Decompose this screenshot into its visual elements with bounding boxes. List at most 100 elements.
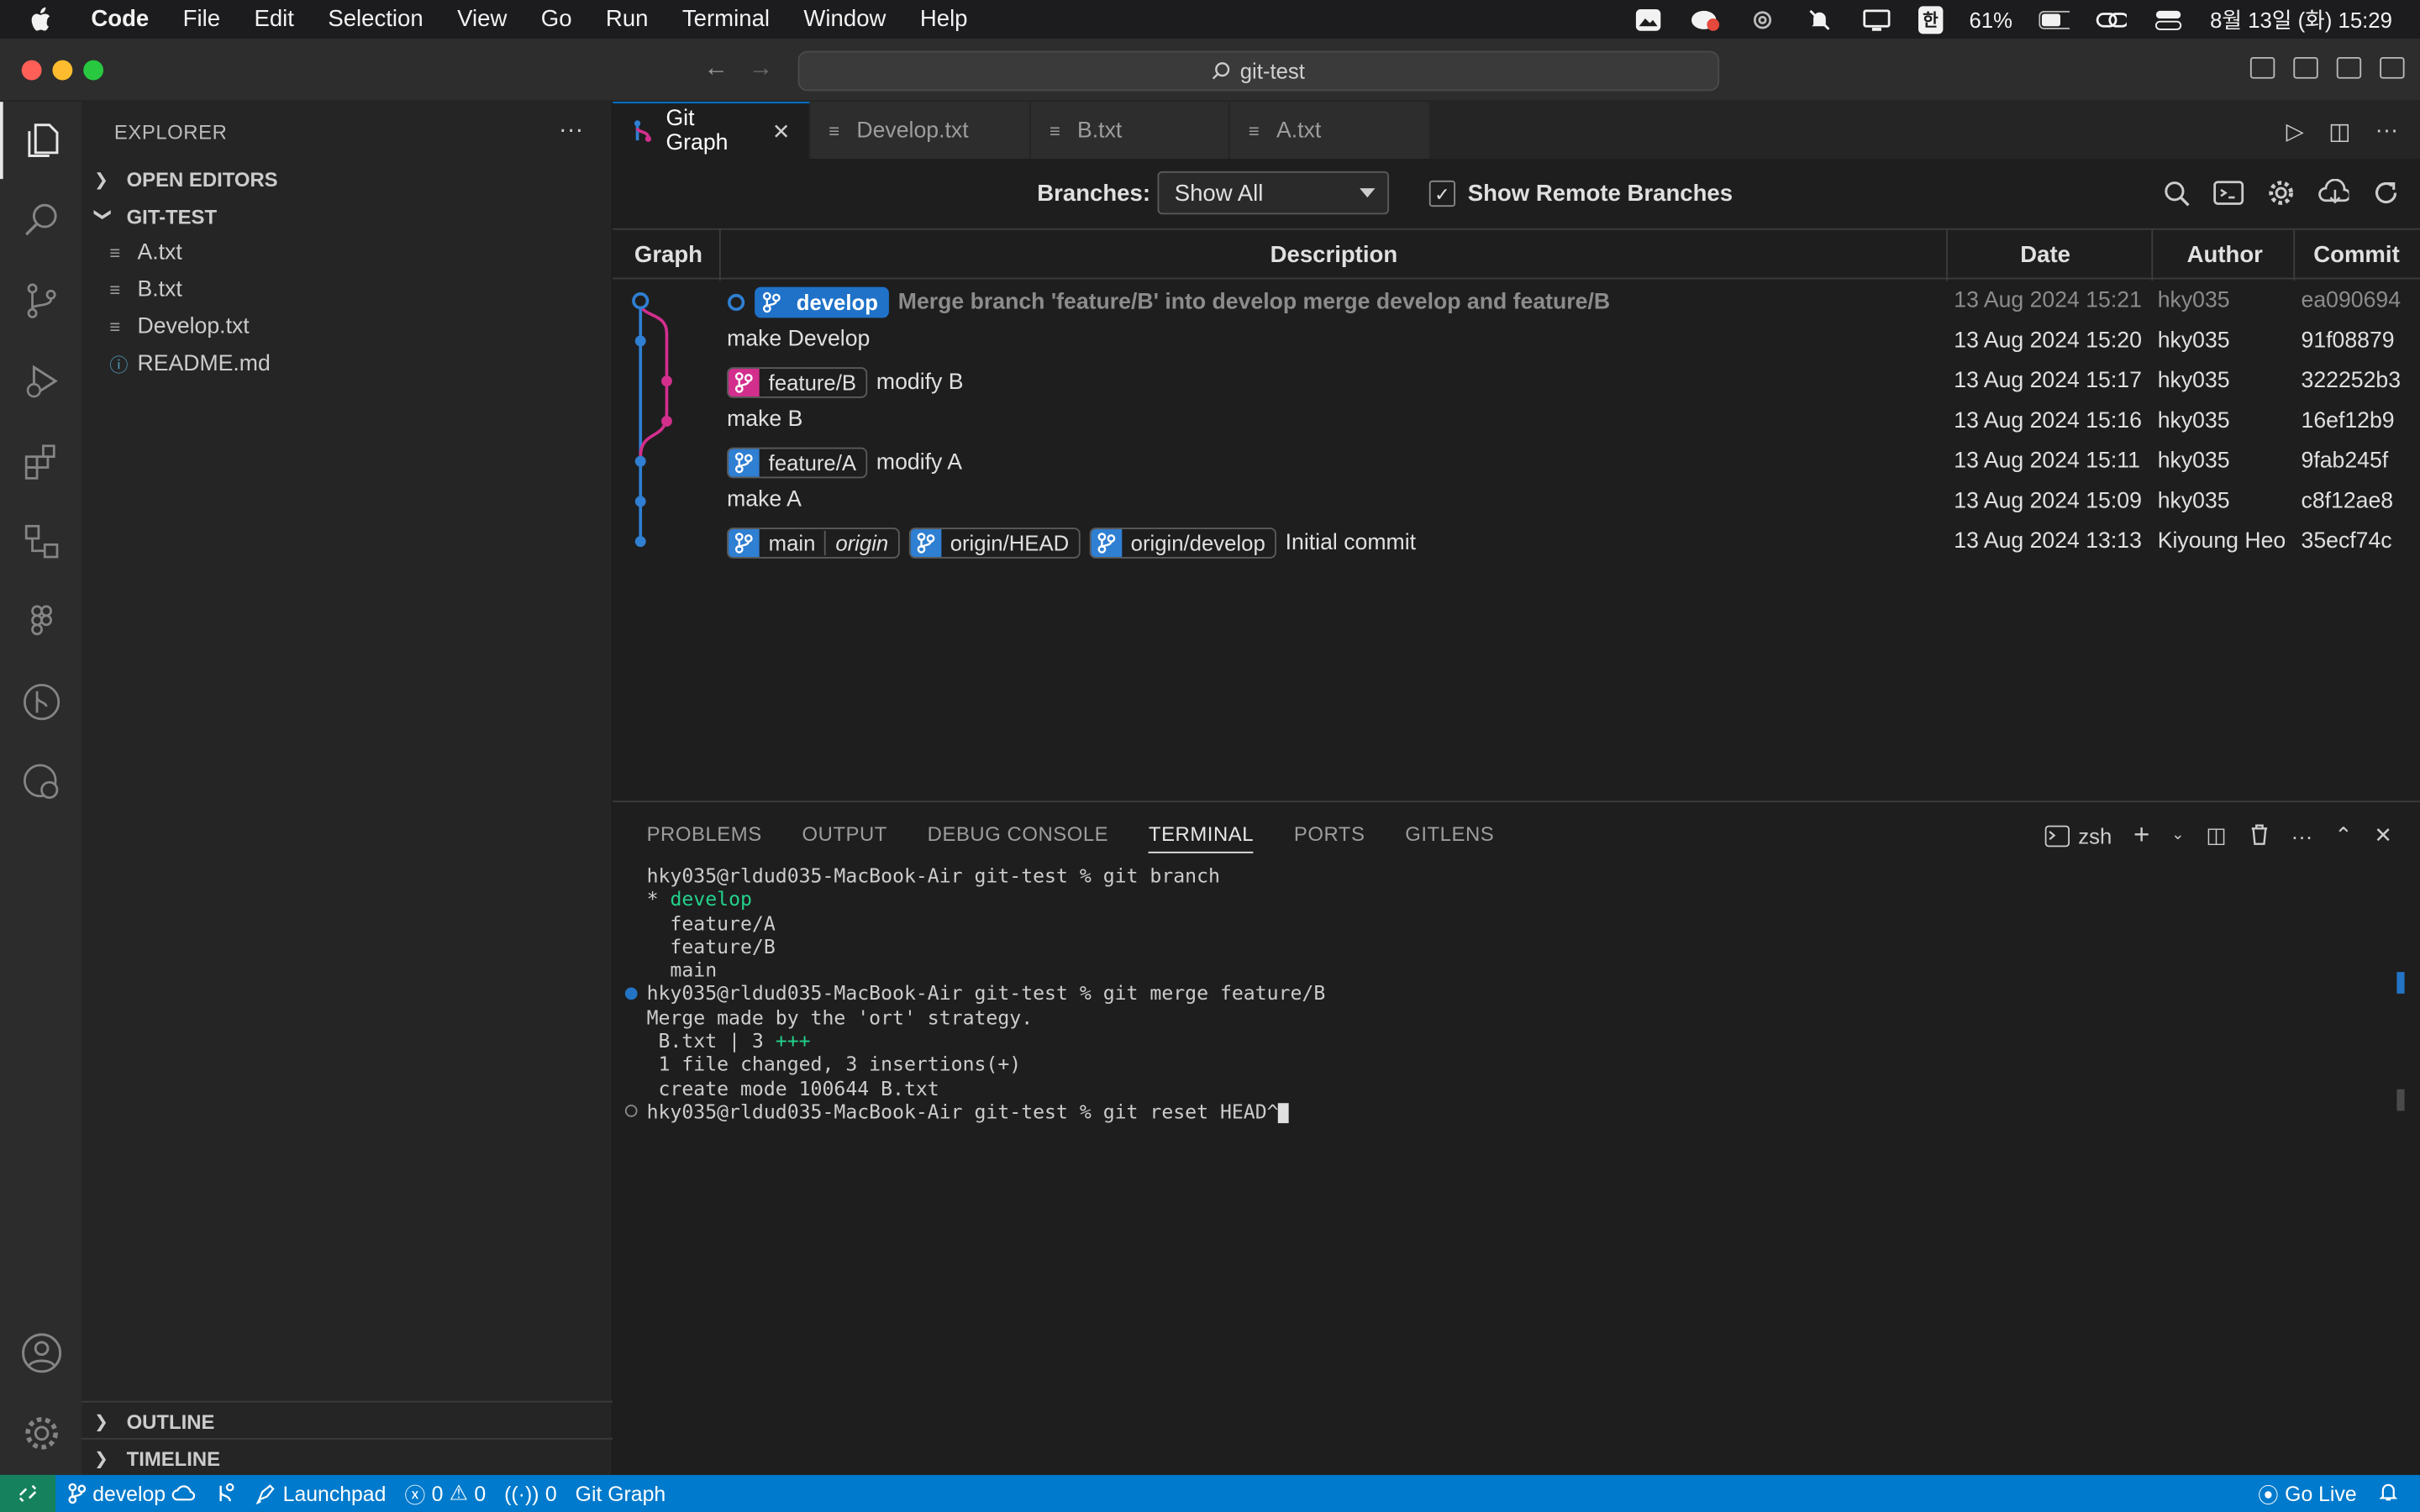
ref-feature-a[interactable]: feature/A xyxy=(727,447,867,479)
tab-problems[interactable]: PROBLEMS xyxy=(647,822,762,853)
menu-selection[interactable]: Selection xyxy=(328,6,423,32)
graph-status-icon[interactable] xyxy=(215,1483,237,1504)
extensions-icon[interactable] xyxy=(0,423,82,500)
tab-debug-console[interactable]: DEBUG CONSOLE xyxy=(928,822,1108,853)
command-center-search[interactable]: git-test xyxy=(797,50,1720,92)
manage-gear-icon[interactable] xyxy=(0,1394,82,1472)
menu-terminal[interactable]: Terminal xyxy=(682,6,770,32)
source-control-icon[interactable] xyxy=(0,262,82,339)
ref-origin-develop[interactable]: origin/develop xyxy=(1089,528,1276,559)
more-actions-icon[interactable]: ··· xyxy=(2375,118,2399,145)
tab-develop-txt[interactable]: ≡ Develop.txt xyxy=(810,102,1031,160)
show-remote-checkbox[interactable]: ✓ xyxy=(1428,180,1456,207)
branches-dropdown[interactable]: Show All xyxy=(1157,171,1390,215)
new-terminal-icon[interactable]: + xyxy=(2133,819,2149,852)
folder-section[interactable]: ❯ GIT-TEST xyxy=(82,197,611,234)
run-icon[interactable]: ▷ xyxy=(2286,118,2304,144)
menu-help[interactable]: Help xyxy=(920,6,968,32)
close-window-button[interactable] xyxy=(21,60,42,81)
swirl-icon[interactable] xyxy=(1747,7,1778,31)
scrollbar-marker[interactable] xyxy=(2396,1089,2405,1111)
tab-terminal[interactable]: TERMINAL xyxy=(1148,822,1255,853)
toggle-panel-icon[interactable] xyxy=(2293,56,2318,79)
fetch-cloud-icon[interactable] xyxy=(2318,177,2349,208)
figma-icon[interactable] xyxy=(0,583,82,660)
menu-edit[interactable]: Edit xyxy=(254,6,293,32)
ports-status[interactable]: ((·)) 0 xyxy=(504,1482,556,1505)
gitlens-icon[interactable] xyxy=(0,743,82,821)
maximize-panel-icon[interactable]: ⌃ xyxy=(2334,822,2353,848)
ref-main[interactable]: main origin xyxy=(727,528,900,559)
menu-file[interactable]: File xyxy=(183,6,220,32)
command-success-dot[interactable] xyxy=(624,987,638,1000)
apple-icon[interactable] xyxy=(29,5,63,33)
accounts-icon[interactable] xyxy=(0,1315,82,1392)
show-remote-label[interactable]: Show Remote Branches xyxy=(1468,181,1733,207)
control-center-icon[interactable] xyxy=(2153,7,2184,31)
input-method-badge[interactable]: 한 xyxy=(1918,5,1944,34)
file-item-develop[interactable]: ≡ Develop.txt xyxy=(82,308,611,345)
ref-feature-b[interactable]: feature/B xyxy=(727,367,867,398)
tab-output[interactable]: OUTPUT xyxy=(802,822,886,853)
chat-notification-icon[interactable] xyxy=(1690,7,1721,31)
photos-icon[interactable] xyxy=(1633,7,1664,31)
customize-layout-icon[interactable] xyxy=(2380,56,2405,79)
more-actions-icon[interactable]: ··· xyxy=(559,118,583,145)
menu-run[interactable]: Run xyxy=(606,6,649,32)
close-icon[interactable]: ✕ xyxy=(772,118,791,144)
launchpad-status[interactable]: Launchpad xyxy=(255,1482,386,1505)
commit-row[interactable]: make Develop 13 Aug 2024 15:20 hky035 91… xyxy=(613,321,2420,361)
terminal-output[interactable]: hky035@rldud035-MacBook-Air git-test % g… xyxy=(647,864,1325,1124)
tab-b-txt[interactable]: ≡ B.txt xyxy=(1030,102,1230,160)
outline-section[interactable]: ❯ OUTLINE xyxy=(82,1400,613,1440)
commit-row[interactable]: make B 13 Aug 2024 15:16 hky035 16ef12b9 xyxy=(613,402,2420,442)
minimize-window-button[interactable] xyxy=(52,60,73,81)
link-icon[interactable] xyxy=(2096,7,2127,31)
menu-view[interactable]: View xyxy=(457,6,507,32)
toggle-primary-sidebar-icon[interactable] xyxy=(2249,56,2275,79)
ref-origin-head[interactable]: origin/HEAD xyxy=(908,528,1081,559)
close-panel-icon[interactable]: ✕ xyxy=(2374,822,2392,848)
commit-row[interactable]: feature/A modify A 13 Aug 2024 15:11 hky… xyxy=(613,441,2420,481)
display-icon[interactable] xyxy=(1861,7,1892,31)
commit-row[interactable]: make A 13 Aug 2024 15:09 hky035 c8f12ae8 xyxy=(613,481,2420,522)
branch-status[interactable]: develop xyxy=(68,1482,197,1505)
tab-git-graph[interactable]: Git Graph ✕ xyxy=(613,102,811,160)
chevron-down-icon[interactable]: ⌄ xyxy=(2171,827,2184,843)
command-pending-dot[interactable] xyxy=(624,1105,638,1117)
split-terminal-icon[interactable]: ◫ xyxy=(2206,822,2226,848)
tab-ports[interactable]: PORTS xyxy=(1294,822,1365,853)
menu-window[interactable]: Window xyxy=(803,6,886,32)
back-arrow-icon[interactable]: ← xyxy=(704,55,729,83)
refresh-icon[interactable] xyxy=(2370,177,2402,208)
clock[interactable]: 8월 13일 (화) 15:29 xyxy=(2210,4,2392,35)
run-debug-icon[interactable] xyxy=(0,343,82,420)
terminal-shell-selector[interactable]: zsh xyxy=(2044,823,2112,848)
ref-develop[interactable]: develop xyxy=(755,286,889,318)
file-item-b[interactable]: ≡ B.txt xyxy=(82,271,611,308)
forward-arrow-icon[interactable]: → xyxy=(749,55,773,83)
bell-icon[interactable] xyxy=(2378,1480,2398,1506)
more-actions-icon[interactable]: ··· xyxy=(2291,823,2313,848)
settings-gear-icon[interactable] xyxy=(2265,177,2296,208)
remote-indicator-icon[interactable] xyxy=(0,1474,56,1512)
commit-row[interactable]: feature/B modify B 13 Aug 2024 15:17 hky… xyxy=(613,361,2420,402)
menu-app-name[interactable]: Code xyxy=(91,6,149,32)
remote-explorer-icon[interactable] xyxy=(0,503,82,580)
go-live-button[interactable]: ⦿ Go Live xyxy=(2258,1478,2357,1509)
find-icon[interactable] xyxy=(2160,177,2191,208)
tab-a-txt[interactable]: ≡ A.txt xyxy=(1229,102,1431,160)
open-editors-section[interactable]: ❯ OPEN EDITORS xyxy=(82,160,611,197)
tab-gitlens[interactable]: GITLENS xyxy=(1405,822,1494,853)
file-item-readme[interactable]: ⓘ README.md xyxy=(82,345,611,382)
git-graph-status[interactable]: Git Graph xyxy=(576,1482,666,1505)
menu-go[interactable]: Go xyxy=(541,6,572,32)
toggle-secondary-sidebar-icon[interactable] xyxy=(2336,56,2362,79)
timeline-section[interactable]: ❯ TIMELINE xyxy=(82,1437,613,1477)
terminal-icon[interactable] xyxy=(2213,177,2244,208)
bell-muted-icon[interactable] xyxy=(1804,7,1835,31)
scrollbar-marker[interactable] xyxy=(2396,972,2405,994)
search-icon[interactable] xyxy=(0,182,82,260)
commit-row[interactable]: main origin origin/HEAD origin/develop I… xyxy=(613,522,2420,562)
problems-status[interactable]: ⓧ 0 ⚠ 0 xyxy=(404,1478,486,1509)
